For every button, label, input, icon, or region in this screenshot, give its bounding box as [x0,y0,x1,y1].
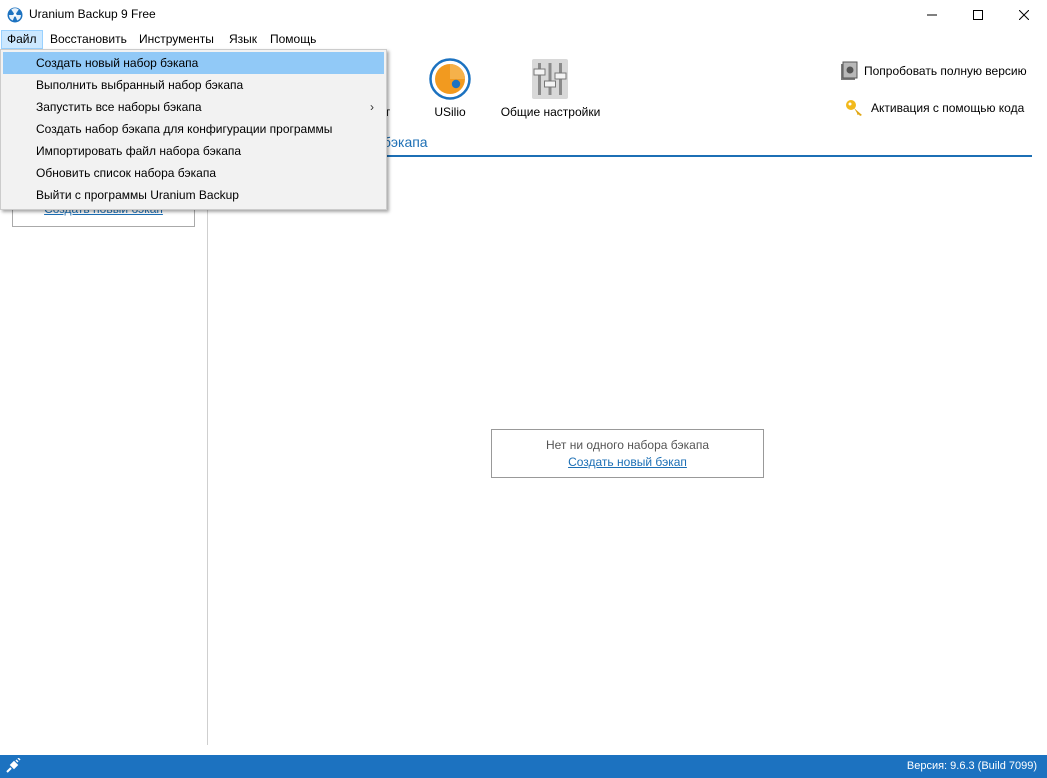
menu-item-exit[interactable]: Выйти с программы Uranium Backup [3,184,384,206]
window-title: Uranium Backup 9 Free [29,7,156,21]
maximize-button[interactable] [955,0,1001,30]
menu-item-import-set[interactable]: Импортировать файл набора бэкапа [3,140,384,162]
empty-state-text: Нет ни одного набора бэкапа [545,438,710,452]
sliders-icon [532,59,568,99]
menu-item-label: Запустить все наборы бэкапа [36,100,202,114]
status-bar: Версия: 9.6.3 (Build 7099) [0,755,1047,778]
menu-item-label: Выйти с программы Uranium Backup [36,188,239,202]
close-icon [1019,10,1029,20]
menu-item-label: Обновить список набора бэкапа [36,166,217,180]
activation-link[interactable]: Активация с помощью кода [845,99,1024,117]
activation-label: Активация с помощью кода [871,101,1025,115]
try-full-version-link[interactable]: Попробовать полную версию [840,61,1027,81]
menu-item-create-config-set[interactable]: Создать набор бэкапа для конфигурации пр… [3,118,384,140]
plug-icon [6,758,21,773]
menu-file[interactable]: Файл [1,30,43,49]
menu-help[interactable]: Помощь [265,30,321,49]
try-full-version-label: Попробовать полную версию [864,64,1027,78]
menu-tools[interactable]: Инструменты [134,30,219,49]
usilio-icon [429,58,471,100]
usilio-label: USilio [434,105,466,119]
backup-sets-tab[interactable]: бэкапа [383,134,428,150]
maximize-icon [973,10,983,20]
menu-item-refresh-list[interactable]: Обновить список набора бэкапа [3,162,384,184]
menu-item-label: Импортировать файл набора бэкапа [36,144,242,158]
menu-bar: Файл Восстановить Инструменты Язык Помощ… [0,30,1047,49]
title-bar: Uranium Backup 9 Free [0,0,1047,30]
create-backup-link[interactable]: Создать новый бэкап [492,455,763,469]
key-icon [846,100,862,116]
menu-item-label: Выполнить выбранный набор бэкапа [36,78,244,92]
menu-item-run-selected-set[interactable]: Выполнить выбранный набор бэкапа [3,74,384,96]
minimize-button[interactable] [909,0,955,30]
version-text: Версия: 9.6.3 (Build 7099) [906,760,1037,772]
uranium-logo-icon [7,7,23,23]
file-menu-dropdown: Создать новый набор бэкапа Выполнить выб… [0,49,387,210]
menu-item-run-all-sets[interactable]: Запустить все наборы бэкапа › [3,96,384,118]
pane-divider [207,155,208,745]
empty-state-box: Нет ни одного набора бэкапа Создать новы… [491,429,764,478]
menu-item-label: Создать набор бэкапа для конфигурации пр… [36,122,333,136]
chevron-right-icon: › [370,100,374,114]
menu-language[interactable]: Язык [224,30,262,49]
general-settings-label: Общие настройки [500,105,601,119]
menu-restore[interactable]: Восстановить [45,30,132,49]
minimize-icon [927,14,937,16]
close-button[interactable] [1001,0,1047,30]
menu-item-create-new-set[interactable]: Создать новый набор бэкапа [3,52,384,74]
menu-item-label: Создать новый набор бэкапа [36,56,199,70]
software-box-icon [841,61,858,80]
